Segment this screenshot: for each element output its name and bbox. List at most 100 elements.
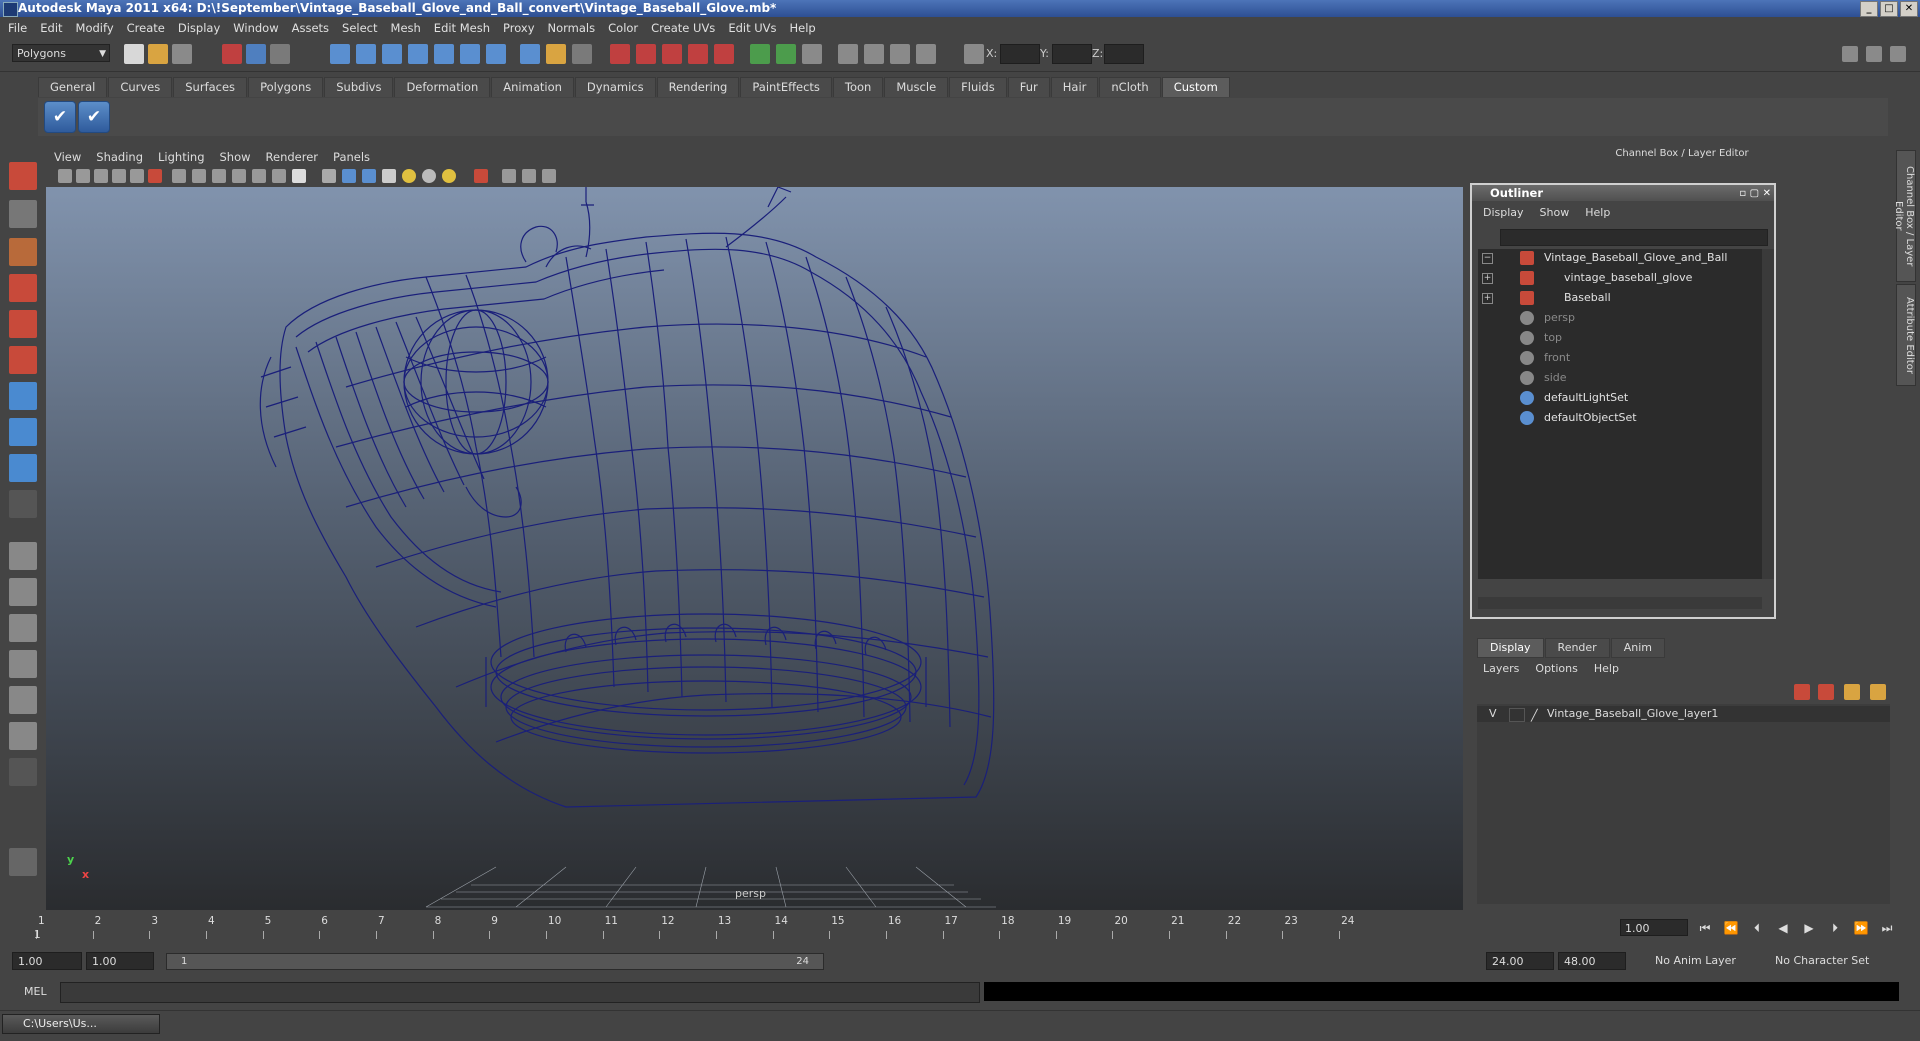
layer-color-icon[interactable]: ╱ bbox=[1531, 708, 1543, 722]
input-line-icon[interactable] bbox=[750, 44, 770, 64]
x-coord-input[interactable] bbox=[1000, 44, 1040, 64]
absolute-transform-icon[interactable] bbox=[964, 44, 984, 64]
vp-menu-show[interactable]: Show bbox=[220, 150, 251, 164]
shelf-tab-hair[interactable]: Hair bbox=[1050, 77, 1099, 97]
menu-help[interactable]: Help bbox=[790, 21, 816, 35]
persp-outliner-layout-icon[interactable] bbox=[9, 614, 37, 642]
new-scene-icon[interactable] bbox=[124, 44, 144, 64]
move-layer-up-icon[interactable] bbox=[1794, 684, 1810, 700]
paint-icon[interactable] bbox=[864, 44, 884, 64]
menu-select[interactable]: Select bbox=[342, 21, 377, 35]
render-settings-icon[interactable] bbox=[662, 44, 682, 64]
field-chart-icon[interactable] bbox=[252, 169, 266, 183]
layer-menu-help[interactable]: Help bbox=[1594, 662, 1619, 675]
snap-surface-icon[interactable] bbox=[434, 44, 454, 64]
history-icon[interactable] bbox=[460, 44, 480, 64]
rotate-tool-icon[interactable] bbox=[9, 310, 37, 338]
outliner-menu-show[interactable]: Show bbox=[1540, 206, 1570, 219]
select-component-icon[interactable] bbox=[270, 44, 290, 64]
outliner-item[interactable]: side bbox=[1478, 369, 1762, 387]
outliner-item[interactable]: + vintage_baseball_glove bbox=[1478, 269, 1762, 287]
minimized-window-item[interactable]: C:\Users\Us... bbox=[2, 1014, 160, 1034]
frame-selection-icon[interactable] bbox=[522, 169, 536, 183]
isolate-select-icon[interactable] bbox=[502, 169, 516, 183]
custom-shelf-check-icon-2[interactable]: ✔ bbox=[78, 101, 110, 133]
play-backward-icon[interactable]: ◀ bbox=[1774, 919, 1792, 937]
show-ui-icon[interactable] bbox=[838, 44, 858, 64]
four-view-layout-icon[interactable] bbox=[9, 578, 37, 606]
film-gate-icon[interactable] bbox=[192, 169, 206, 183]
outliner-horizontal-scrollbar[interactable] bbox=[1478, 597, 1762, 609]
side-tab-attribute-editor[interactable]: Attribute Editor bbox=[1896, 284, 1916, 386]
menu-create-uvs[interactable]: Create UVs bbox=[651, 21, 715, 35]
menu-color[interactable]: Color bbox=[608, 21, 638, 35]
lasso-tool-icon[interactable] bbox=[9, 200, 37, 228]
playback-end-field[interactable]: 24.00 bbox=[1486, 952, 1554, 970]
outliner-item[interactable]: front bbox=[1478, 349, 1762, 367]
persp-graph-layout-icon[interactable] bbox=[9, 650, 37, 678]
default-lighting-icon[interactable] bbox=[402, 169, 416, 183]
new-empty-layer-icon[interactable] bbox=[1844, 684, 1860, 700]
transform-icon[interactable] bbox=[776, 44, 796, 64]
save-scene-icon[interactable] bbox=[172, 44, 192, 64]
select-object-icon[interactable] bbox=[246, 44, 266, 64]
layout-options-icon[interactable] bbox=[9, 758, 37, 786]
render-view-icon[interactable] bbox=[714, 44, 734, 64]
outliner-filter-input[interactable] bbox=[1500, 229, 1768, 246]
shelf-tab-muscle[interactable]: Muscle bbox=[884, 77, 949, 97]
outliner-vertical-scrollbar[interactable] bbox=[1762, 249, 1774, 579]
step-back-key-icon[interactable]: ⏪ bbox=[1722, 919, 1740, 937]
menu-modify[interactable]: Modify bbox=[76, 21, 114, 35]
select-hierarchy-icon[interactable] bbox=[222, 44, 242, 64]
selection-mask-icon[interactable] bbox=[572, 44, 592, 64]
snap-grid-icon[interactable] bbox=[330, 44, 350, 64]
camera-attributes-icon[interactable] bbox=[76, 169, 90, 183]
hand-icon[interactable] bbox=[9, 848, 37, 876]
menu-display[interactable]: Display bbox=[178, 21, 220, 35]
end-time-field[interactable]: 48.00 bbox=[1558, 952, 1626, 970]
tool-settings-toggle-icon[interactable] bbox=[1866, 46, 1882, 62]
command-input[interactable] bbox=[60, 982, 980, 1003]
shelf-tab-polygons[interactable]: Polygons bbox=[248, 77, 324, 97]
outliner-close-icon[interactable]: ▫ ▢ ✕ bbox=[1739, 186, 1771, 202]
high-quality-icon[interactable] bbox=[542, 169, 556, 183]
command-language-label[interactable]: MEL bbox=[24, 985, 47, 998]
shelf-tab-ncloth[interactable]: nCloth bbox=[1099, 77, 1161, 97]
maximize-button[interactable]: □ bbox=[1880, 1, 1898, 17]
construction-icon[interactable] bbox=[486, 44, 506, 64]
expand-icon[interactable]: + bbox=[1482, 273, 1493, 284]
paint-select-tool-icon[interactable] bbox=[9, 238, 37, 266]
shelf-tab-general[interactable]: General bbox=[38, 77, 108, 97]
step-back-frame-icon[interactable]: ⏴ bbox=[1748, 919, 1766, 937]
anim-layer-selector[interactable]: No Anim Layer bbox=[1650, 952, 1766, 970]
menu-set-selector[interactable]: Polygons ▼ bbox=[12, 44, 110, 62]
render-icon[interactable] bbox=[610, 44, 630, 64]
range-slider[interactable]: 1 24 bbox=[166, 953, 824, 970]
current-time-marker[interactable]: 1 bbox=[34, 929, 41, 941]
menu-edit[interactable]: Edit bbox=[40, 21, 62, 35]
xray-icon[interactable] bbox=[474, 169, 488, 183]
wireframe-icon[interactable] bbox=[322, 169, 336, 183]
shelf-tab-painteffects[interactable]: PaintEffects bbox=[740, 77, 832, 97]
z-coord-input[interactable] bbox=[1104, 44, 1144, 64]
step-forward-frame-icon[interactable]: ⏵ bbox=[1826, 919, 1844, 937]
hypershade-icon[interactable] bbox=[688, 44, 708, 64]
shelf-tab-rendering[interactable]: Rendering bbox=[656, 77, 740, 97]
vp-menu-view[interactable]: View bbox=[54, 150, 81, 164]
grease-pencil-icon[interactable] bbox=[148, 169, 162, 183]
layer-type-toggle[interactable] bbox=[1509, 708, 1525, 722]
custom-shelf-check-icon-1[interactable]: ✔ bbox=[44, 101, 76, 133]
menu-create[interactable]: Create bbox=[127, 21, 165, 35]
image-plane-icon[interactable] bbox=[112, 169, 126, 183]
textured-icon[interactable] bbox=[382, 169, 396, 183]
vp-menu-panels[interactable]: Panels bbox=[333, 150, 370, 164]
scale-tool-icon[interactable] bbox=[9, 346, 37, 374]
step-forward-key-icon[interactable]: ⏩ bbox=[1852, 919, 1870, 937]
layer-row[interactable]: V ╱ Vintage_Baseball_Glove_layer1 bbox=[1477, 706, 1890, 722]
script-icon[interactable] bbox=[802, 44, 822, 64]
select-tool-icon[interactable] bbox=[9, 162, 37, 190]
minimize-button[interactable]: _ bbox=[1860, 1, 1878, 17]
menu-window[interactable]: Window bbox=[233, 21, 278, 35]
outliner-item[interactable]: + Baseball bbox=[1478, 289, 1762, 307]
display-icon[interactable] bbox=[916, 44, 936, 64]
